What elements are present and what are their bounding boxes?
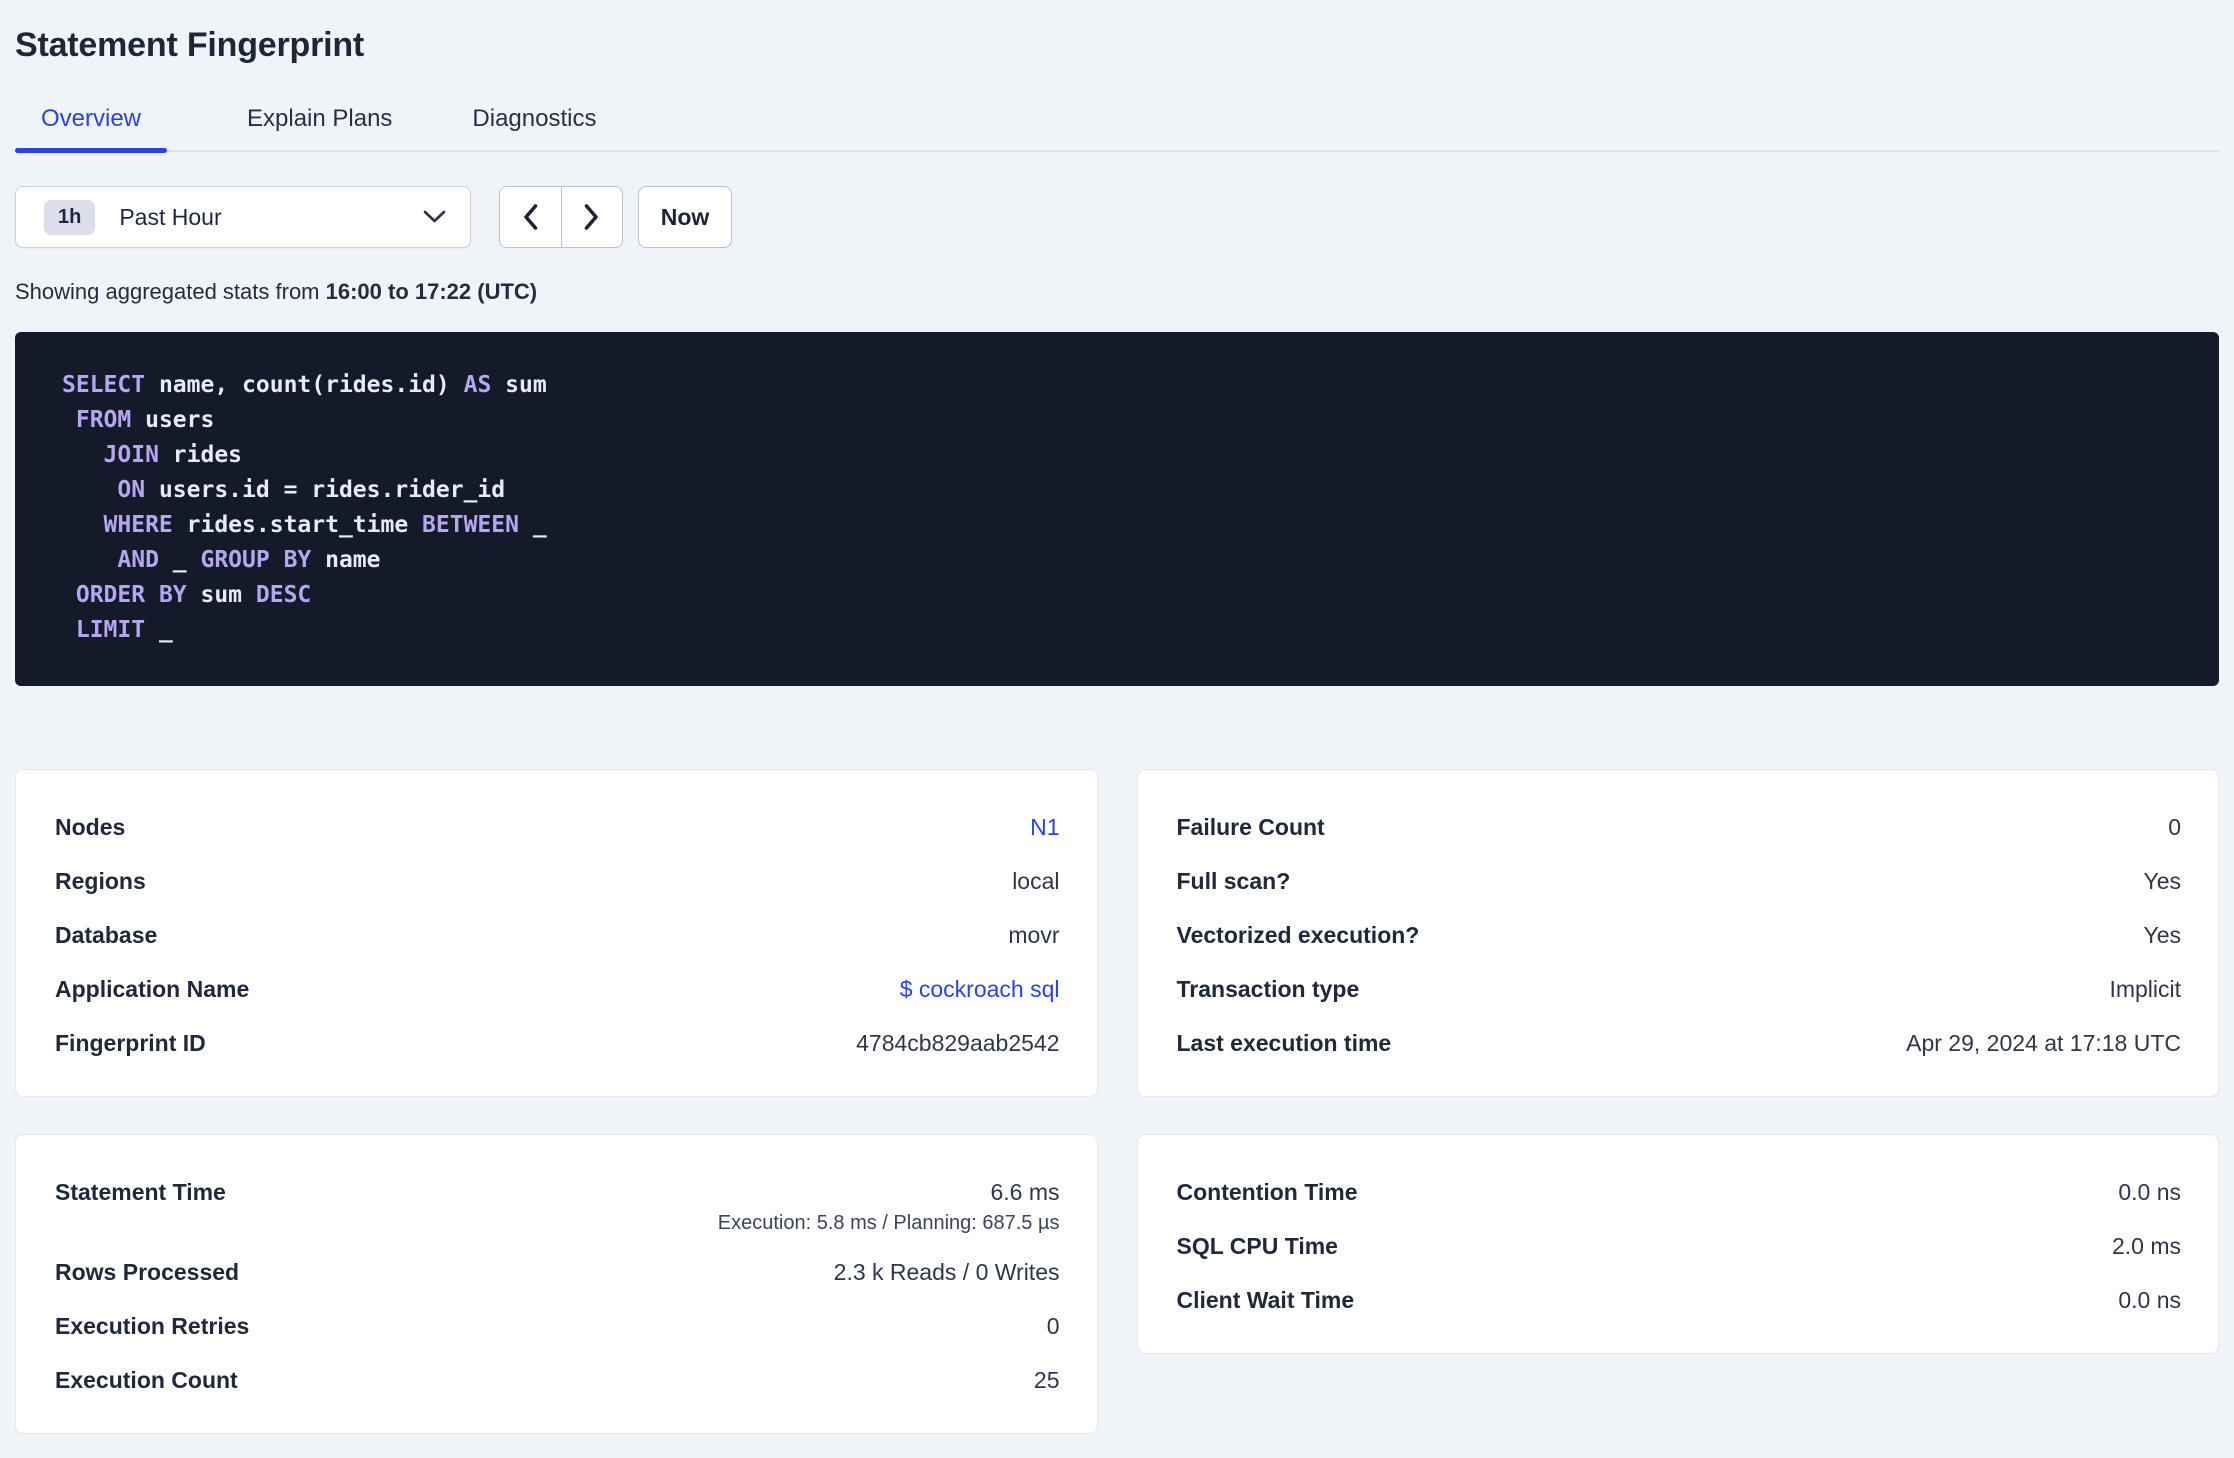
statement-fingerprint-page: Statement Fingerprint Overview Explain P… [0,0,2234,1434]
chevron-right-icon [583,203,600,231]
tab-bar: Overview Explain Plans Diagnostics [15,105,2219,153]
info-cards-row: Nodes N1 Regions local Database movr Applicati… [15,769,2219,1097]
execution-attributes-card: Failure Count 0 Full scan? Yes Vectorized ex… [1136,769,2219,1097]
sql-line: ON users.id = rides.rider_id [117,477,506,503]
full-scan-value: Yes [2143,867,2181,894]
rows-processed-value: 2.3 k Reads / 0 Writes [833,1258,1060,1285]
execution-count-value: 25 [1033,1366,1060,1393]
full-scan-label: Full scan? [1176,867,1291,894]
time-range-select[interactable]: 1h Past Hour [15,186,471,248]
fingerprint-id-label: Fingerprint ID [55,1029,206,1056]
sql-line: FROM users [75,407,215,433]
page-title: Statement Fingerprint [15,26,365,64]
client-wait-time-value: 0.0 ns [2118,1286,2181,1313]
chevron-down-icon [423,210,446,224]
statement-time-label: Statement Time [55,1178,226,1205]
database-label: Database [55,921,158,948]
execution-retries-value: 0 [1046,1312,1060,1339]
tab-diagnostics[interactable]: Diagnostics [472,105,596,150]
time-window-nav [499,186,623,248]
rows-processed-label: Rows Processed [55,1258,240,1285]
full-scan-row: Full scan? Yes [1177,854,2182,908]
nodes-row: Nodes N1 [55,800,1060,854]
nodes-label: Nodes [55,813,126,840]
statement-time-detail: Execution: 5.8 ms / Planning: 687.5 µs [717,1212,1060,1234]
sql-line: LIMIT _ [75,617,173,643]
sql-code: SELECT name, count(rides.id) AS sum FROM… [62,368,2179,648]
statement-overview-card: Nodes N1 Regions local Database movr Applicati… [15,769,1098,1097]
contention-time-label: Contention Time [1176,1178,1358,1205]
fingerprint-id-row: Fingerprint ID 4784cb829aab2542 [55,1016,1060,1070]
statement-times-card: Statement Time 6.6 ms Execution: 5.8 ms / … [15,1134,1098,1434]
fingerprint-id-value: 4784cb829aab2542 [856,1029,1060,1056]
time-controls: 1h Past Hour Now [15,186,2219,248]
timing-cards-row: Statement Time 6.6 ms Execution: 5.8 ms / … [15,1134,2219,1434]
nodes-value[interactable]: N1 [1030,814,1059,841]
vectorized-execution-row: Vectorized execution? Yes [1177,908,2182,962]
application-name-label: Application Name [55,975,250,1002]
time-range-preset-badge: 1h [44,199,96,235]
sql-line: WHERE rides.start_time BETWEEN _ [103,512,547,538]
sql-cpu-time-row: SQL CPU Time 2.0 ms [1177,1219,2182,1273]
sql-line: AND _ GROUP BY name [117,547,381,573]
next-time-window-button[interactable] [561,187,622,247]
database-value: movr [1008,921,1060,948]
rows-processed-row: Rows Processed 2.3 k Reads / 0 Writes [55,1245,1060,1299]
transaction-type-row: Transaction type Implicit [1177,962,2182,1016]
last-execution-time-value: Apr 29, 2024 at 17:18 UTC [1906,1029,2181,1056]
tab-overview[interactable]: Overview [15,105,167,153]
sql-line: SELECT name, count(rides.id) AS sum [62,372,547,398]
aggregated-stats-prefix: Showing aggregated stats from [15,279,326,304]
database-row: Database movr [55,908,1060,962]
last-execution-time-row: Last execution time Apr 29, 2024 at 17:18… [1177,1016,2182,1070]
aggregated-stats-line: Showing aggregated stats from 16:00 to 1… [15,279,2219,305]
sql-line: JOIN rides [103,442,243,468]
failure-count-row: Failure Count 0 [1177,800,2182,854]
wait-times-card: Contention Time 0.0 ns SQL CPU Time 2.0 ms C… [1136,1134,2219,1354]
vectorized-execution-value: Yes [2143,921,2181,948]
transaction-type-value: Implicit [2109,975,2181,1002]
client-wait-time-row: Client Wait Time 0.0 ns [1177,1273,2182,1327]
regions-row: Regions local [55,854,1060,908]
statement-time-value: 6.6 ms [990,1178,1060,1205]
application-name-row: Application Name $ cockroach sql [55,962,1060,1016]
statement-time-row: Statement Time 6.6 ms Execution: 5.8 ms / … [55,1165,1060,1245]
now-button[interactable]: Now [638,186,732,248]
execution-count-row: Execution Count 25 [55,1353,1060,1407]
aggregated-stats-range: 16:00 to 17:22 (UTC) [325,279,538,304]
regions-value: local [1012,867,1060,894]
sql-line: ORDER BY sum DESC [75,582,312,608]
vectorized-execution-label: Vectorized execution? [1176,921,1420,948]
sql-statement-box: SELECT name, count(rides.id) AS sum FROM… [15,332,2219,686]
chevron-left-icon [522,203,539,231]
contention-time-value: 0.0 ns [2118,1178,2181,1205]
regions-label: Regions [55,867,146,894]
sql-cpu-time-value: 2.0 ms [2111,1232,2181,1259]
contention-time-row: Contention Time 0.0 ns [1177,1165,2182,1219]
failure-count-label: Failure Count [1176,813,1325,840]
failure-count-value: 0 [2168,813,2181,840]
previous-time-window-button[interactable] [500,187,562,247]
tab-explain-plans[interactable]: Explain Plans [247,105,392,150]
client-wait-time-label: Client Wait Time [1176,1286,1355,1313]
last-execution-time-label: Last execution time [1176,1029,1392,1056]
time-range-label: Past Hour [119,203,222,230]
transaction-type-label: Transaction type [1176,975,1360,1002]
execution-retries-row: Execution Retries 0 [55,1299,1060,1353]
sql-cpu-time-label: SQL CPU Time [1176,1232,1338,1259]
execution-count-label: Execution Count [55,1366,238,1393]
execution-retries-label: Execution Retries [55,1312,250,1339]
application-name-value[interactable]: $ cockroach sql [900,976,1060,1003]
